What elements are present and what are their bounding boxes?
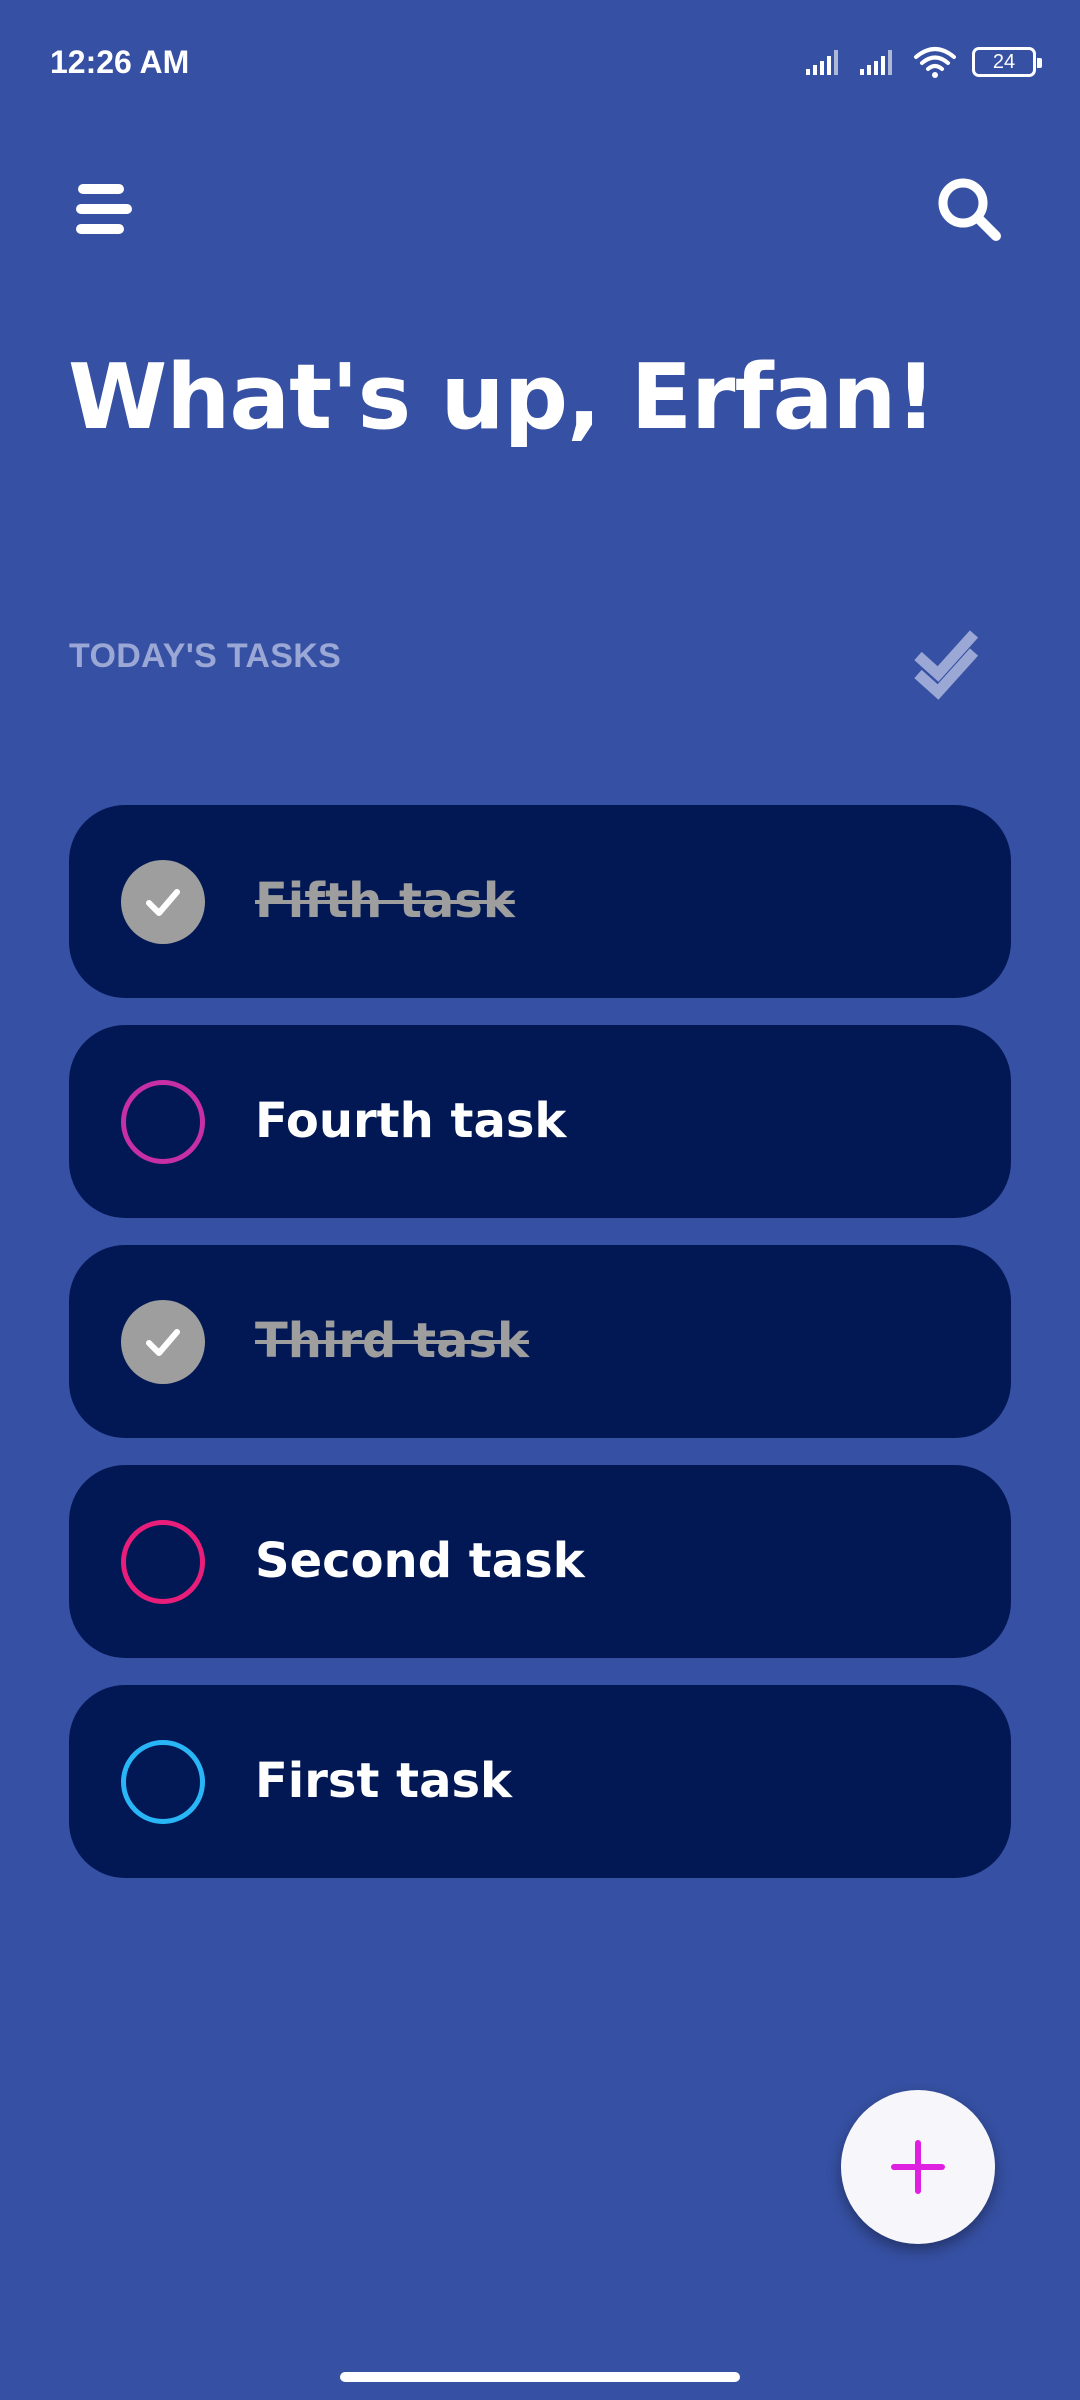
- task-checkbox[interactable]: [121, 1300, 205, 1384]
- check-icon: [146, 889, 180, 916]
- task-checkbox[interactable]: [121, 1080, 205, 1164]
- battery-icon: 24: [972, 47, 1042, 77]
- double-check-icon: [914, 630, 979, 700]
- section-label: TODAY'S TASKS: [69, 637, 342, 675]
- mark-all-button[interactable]: [908, 622, 988, 702]
- task-item[interactable]: Third task: [69, 1245, 1011, 1438]
- task-list: Fifth task Fourth task Third task Second…: [69, 805, 1011, 1905]
- task-label: Fifth task: [255, 873, 515, 929]
- task-checkbox[interactable]: [121, 1520, 205, 1604]
- search-button[interactable]: [930, 170, 1010, 250]
- status-time: 12:26 AM: [50, 44, 190, 80]
- task-checkbox[interactable]: [121, 1740, 205, 1824]
- add-task-button[interactable]: [841, 2090, 995, 2244]
- menu-button[interactable]: [66, 170, 146, 250]
- check-icon: [146, 1329, 180, 1356]
- status-icons: 24: [804, 42, 1042, 82]
- wifi-icon: [914, 47, 956, 78]
- task-item[interactable]: First task: [69, 1685, 1011, 1878]
- task-item[interactable]: Second task: [69, 1465, 1011, 1658]
- plus-icon: [891, 2140, 945, 2194]
- status-bar: 12:26 AM 24: [0, 0, 1080, 130]
- greeting-title: What's up, Erfan!: [68, 345, 936, 450]
- home-indicator[interactable]: [340, 2372, 740, 2382]
- task-checkbox[interactable]: [121, 860, 205, 944]
- search-icon: [938, 178, 1001, 241]
- menu-icon: [76, 184, 132, 234]
- battery-level: 24: [992, 50, 1016, 73]
- task-label: Fourth task: [255, 1093, 567, 1149]
- task-item[interactable]: Fifth task: [69, 805, 1011, 998]
- task-item[interactable]: Fourth task: [69, 1025, 1011, 1218]
- task-label: First task: [255, 1753, 512, 1809]
- task-label: Third task: [255, 1313, 529, 1369]
- task-label: Second task: [255, 1533, 585, 1589]
- signal-icon: [806, 50, 838, 75]
- signal-icon: [860, 50, 892, 75]
